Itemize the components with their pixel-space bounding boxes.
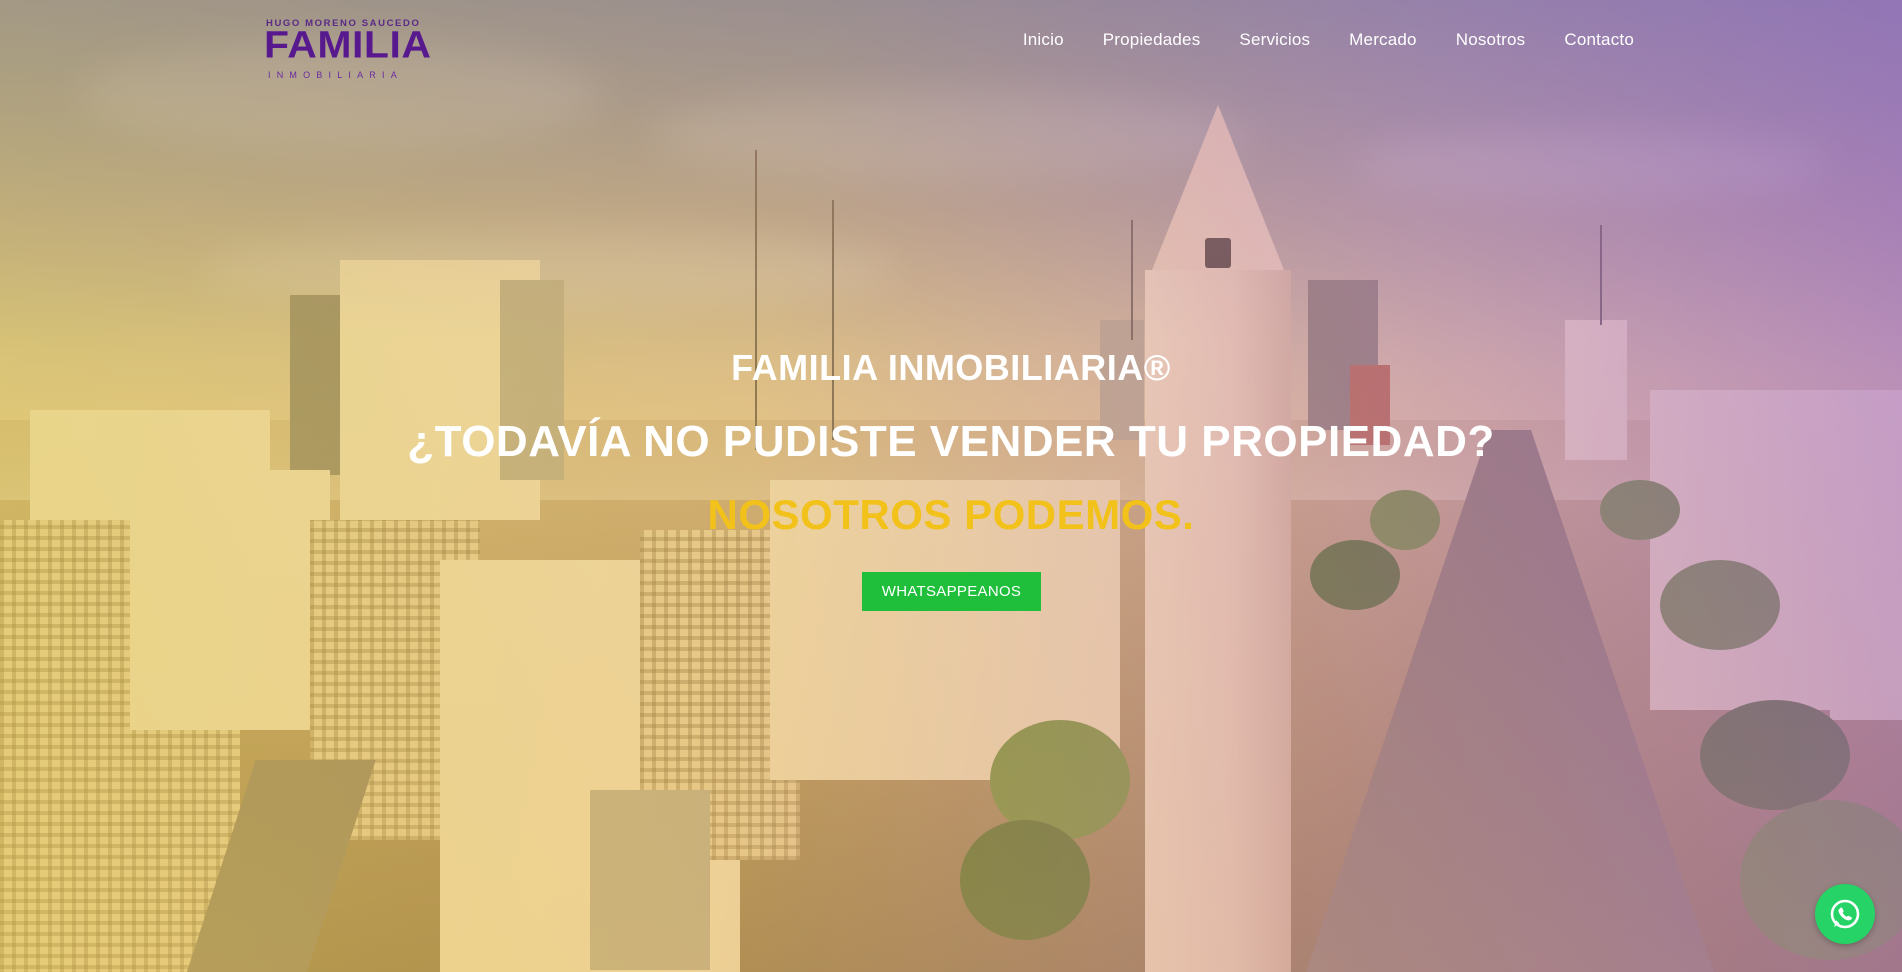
hero-headline: ¿TODAVÍA NO PUDISTE VENDER TU PROPIEDAD?: [407, 417, 1495, 466]
whatsapp-float-button[interactable]: [1815, 884, 1875, 944]
whatsapp-cta-button[interactable]: WHATSAPPEANOS: [862, 572, 1041, 611]
hero-tagline: NOSOTROS PODEMOS.: [707, 491, 1195, 538]
hero-kicker: FAMILIA INMOBILIARIA®: [731, 347, 1171, 388]
hero-section: FAMILIA INMOBILIARIA® ¿TODAVÍA NO PUDIST…: [0, 0, 1902, 972]
whatsapp-icon: [1828, 897, 1862, 931]
